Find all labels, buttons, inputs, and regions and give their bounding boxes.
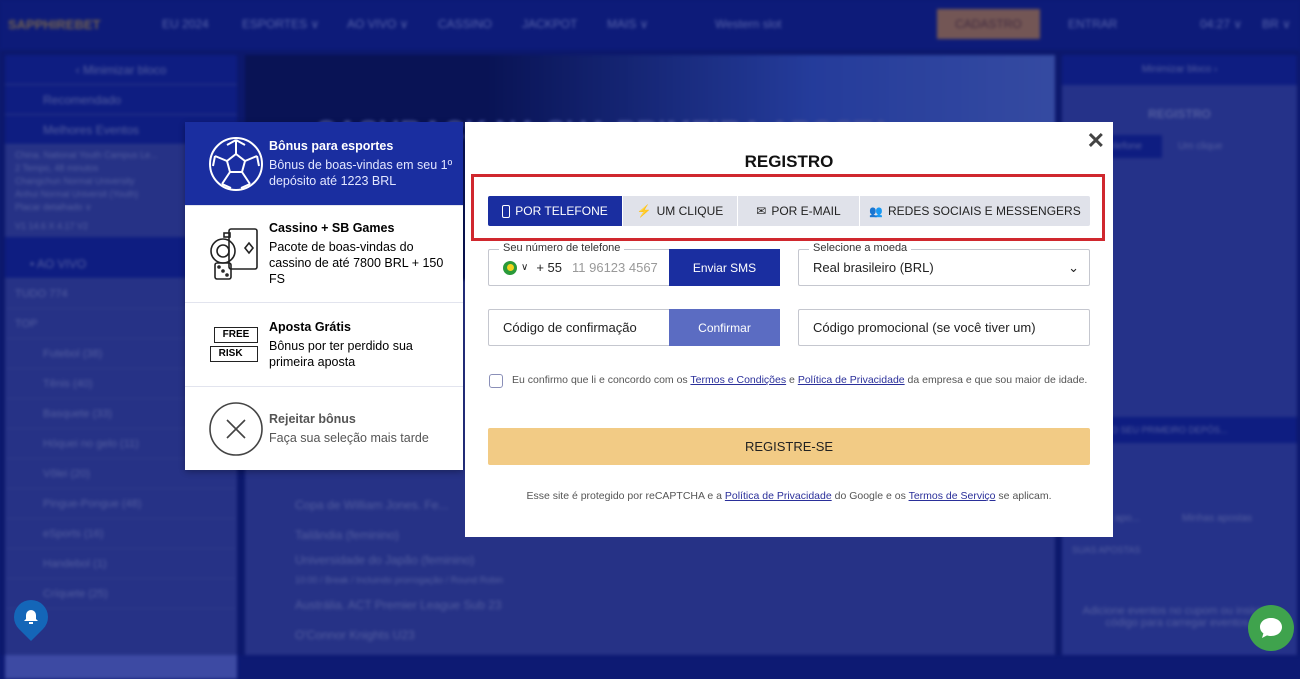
recaptcha-notice: Esse site é protegido por reCAPTCHA e a … [465, 490, 1113, 502]
registration-tabs: POR TELEFONE ⚡ UM CLIQUE ✉ POR E-MAIL 👥 RED… [488, 196, 1090, 226]
phone-input[interactable]: 11 96123 4567 [572, 260, 667, 275]
code-placeholder: Código de confirmação [503, 320, 637, 335]
tab-label: POR TELEFONE [515, 204, 608, 218]
free-risk-icon: FREE RISK [203, 327, 269, 362]
bonus-title: Cassino + SB Games [269, 221, 395, 235]
chat-icon[interactable] [1248, 605, 1294, 651]
privacy-link[interactable]: Política de Privacidade [798, 374, 905, 386]
bonus-casino[interactable]: Cassino + SB Games Pacote de boas-vindas … [185, 206, 463, 303]
bonus-sports[interactable]: Bônus para esportes Bônus de boas-vindas … [185, 122, 463, 206]
tab-social[interactable]: 👥 REDES SOCIAIS E MESSENGERS [860, 196, 1090, 226]
terms-link[interactable]: Termos e Condições [690, 374, 786, 386]
footer-mid: do Google e os [831, 490, 909, 502]
brazil-flag-icon[interactable] [503, 260, 517, 275]
google-privacy-link[interactable]: Política de Privacidade [725, 490, 832, 502]
currency-select[interactable]: Selecione a moeda Real brasileiro (BRL) … [798, 242, 1090, 286]
promo-code-input[interactable]: Código promocional (se você tiver um) [798, 309, 1090, 346]
terms-text: Eu confirmo que li e concordo com os Ter… [512, 374, 1092, 387]
phone-label: Seu número de telefone [499, 242, 625, 254]
phone-icon [502, 204, 511, 218]
bonus-reject[interactable]: Rejeitar bônus Faça sua seleção mais tard… [185, 387, 463, 470]
terms-pre: Eu confirmo que li e concordo com os [512, 374, 691, 386]
users-icon: 👥 [869, 205, 883, 218]
terms-checkbox[interactable] [489, 374, 503, 388]
bonus-title: Aposta Grátis [269, 319, 351, 334]
chevron-down-icon: ⌄ [1068, 259, 1079, 275]
tab-label: UM CLIQUE [656, 204, 724, 218]
soccer-ball-icon [203, 136, 269, 192]
bonus-free-bet[interactable]: FREE RISK Aposta Grátis Bônus por ter per… [185, 303, 463, 387]
lightning-icon: ⚡ [636, 204, 652, 218]
chevron-down-icon[interactable]: ∨ [521, 262, 528, 273]
tab-phone[interactable]: POR TELEFONE [488, 196, 623, 226]
bonus-desc: Bônus por ter perdido sua primeira apost… [269, 338, 413, 369]
tab-label: POR E-MAIL [771, 204, 841, 218]
tab-email[interactable]: ✉ POR E-MAIL [738, 196, 860, 226]
bonus-desc: Pacote de boas-vindas do cassino de até … [269, 240, 444, 286]
footer-post: se aplicam. [995, 490, 1052, 502]
envelope-icon: ✉ [756, 204, 767, 218]
reject-x-icon [203, 401, 269, 457]
casino-chips-cards-icon [203, 225, 269, 283]
google-terms-link[interactable]: Termos de Serviço [909, 490, 996, 502]
promo-placeholder: Código promocional (se você tiver um) [813, 320, 1036, 335]
bonus-panel: Bônus para esportes Bônus de boas-vindas … [185, 122, 463, 470]
country-code: + 55 [536, 260, 562, 275]
bonus-desc: Bônus de boas-vindas em seu 1º depósito … [269, 157, 453, 188]
currency-value: Real brasileiro (BRL) [813, 260, 934, 275]
terms-post: da empresa e que sou maior de idade. [904, 374, 1088, 386]
bonus-title: Rejeitar bônus [269, 411, 356, 426]
footer-pre: Esse site é protegido por reCAPTCHA e a [526, 490, 725, 502]
bonus-desc: Faça sua seleção mais tarde [269, 430, 429, 445]
register-button[interactable]: REGISTRE-SE [488, 428, 1090, 465]
terms-mid: e [786, 374, 798, 386]
confirm-button[interactable]: Confirmar [669, 309, 780, 346]
close-icon[interactable]: ✕ [1087, 128, 1105, 154]
tab-one-click[interactable]: ⚡ UM CLIQUE [623, 196, 738, 226]
tab-label: REDES SOCIAIS E MESSENGERS [887, 204, 1081, 218]
modal-title: REGISTRO [744, 152, 834, 171]
currency-label: Selecione a moeda [809, 242, 912, 254]
registration-modal: ✕ REGISTRO POR TELEFONE ⚡ UM CLIQUE ✉ POR … [465, 122, 1113, 537]
risk-label: RISK [209, 346, 259, 362]
free-label: FREE [213, 327, 259, 343]
send-sms-button[interactable]: Enviar SMS [669, 249, 780, 286]
bonus-title: Bônus para esportes [269, 138, 394, 153]
